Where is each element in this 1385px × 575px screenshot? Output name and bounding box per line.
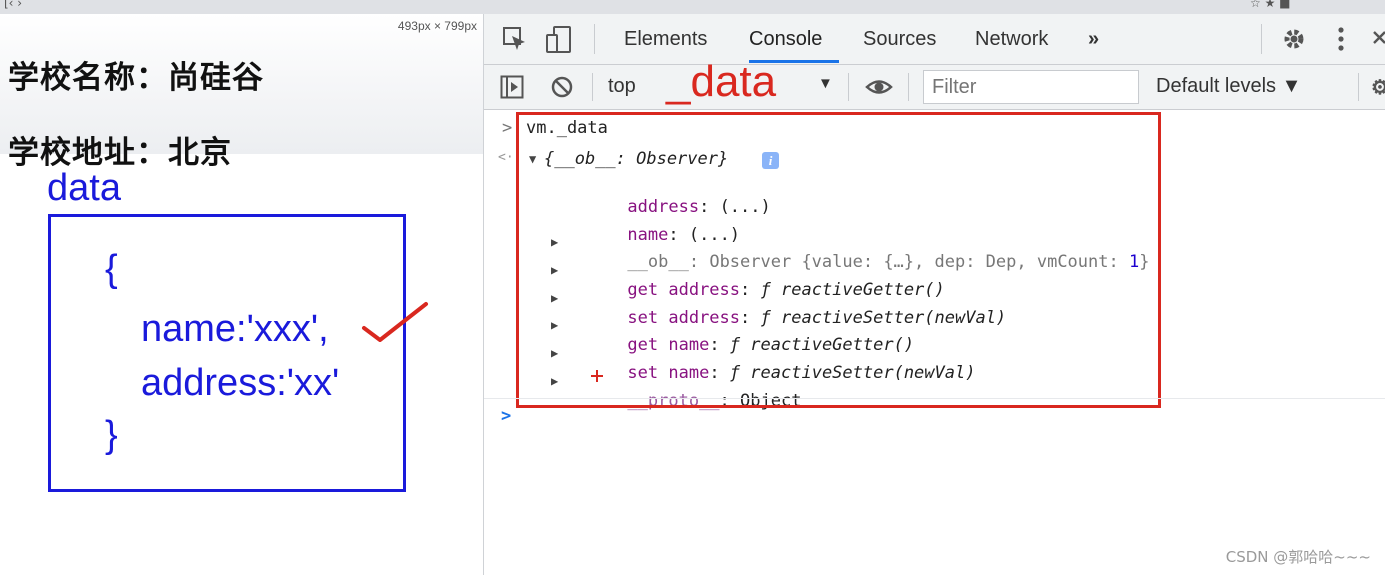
tab-sources[interactable]: Sources	[863, 28, 936, 51]
browser-chrome-strip: [‹ › ☆ ★ ■	[0, 0, 1385, 14]
viewport-size-indicator: 493px × 799px	[397, 19, 477, 33]
sidebar-toggle-icon[interactable]	[500, 75, 524, 99]
device-toggle-icon[interactable]	[546, 26, 572, 54]
check-mark-icon	[362, 302, 428, 342]
annotation-address-line: address:'xx'	[141, 362, 340, 404]
toolbar-separator	[908, 73, 909, 101]
kebab-menu-icon[interactable]	[1335, 26, 1347, 52]
toolbar-separator	[1358, 73, 1359, 101]
filter-input[interactable]	[930, 71, 1134, 103]
tab-separator	[594, 24, 595, 54]
toolbar-separator	[848, 73, 849, 101]
console-output: > vm._data <· ▼ {__ob__: Observer} i add…	[484, 110, 1385, 575]
annotation-open-brace: {	[105, 248, 118, 290]
context-selector[interactable]: top	[608, 75, 636, 98]
close-icon[interactable]	[1372, 26, 1385, 52]
tab-network[interactable]: Network	[975, 28, 1048, 51]
tab-separator	[1261, 24, 1262, 54]
log-levels-dropdown[interactable]: Default levels ▼	[1156, 75, 1301, 98]
console-divider	[484, 398, 1385, 399]
context-dropdown-arrow[interactable]: ▼	[818, 75, 833, 92]
inspect-icon[interactable]	[502, 26, 528, 52]
tab-console[interactable]: Console	[749, 28, 822, 51]
eye-icon[interactable]	[865, 76, 893, 98]
result-prefix: <·	[498, 150, 514, 165]
input-prompt: >	[502, 118, 513, 138]
devtools-panel: Elements Console Sources Network » top _…	[484, 14, 1385, 575]
annotation-data-label: data	[47, 167, 121, 209]
console-toolbar: top _data ▼ Default levels ▼ ⚙	[484, 57, 1385, 110]
school-address-heading: 学校地址：北京	[8, 135, 232, 171]
annotation-close-brace: }	[105, 414, 118, 456]
watermark: CSDN @郭哈哈~~~	[1225, 548, 1371, 566]
nav-arrows[interactable]: [‹ ›	[4, 0, 22, 10]
toolbar-separator	[592, 73, 593, 101]
tab-elements[interactable]: Elements	[624, 28, 707, 51]
settings-gear-cut-icon[interactable]: ⚙	[1371, 75, 1385, 100]
clear-console-icon[interactable]	[550, 75, 574, 99]
gear-icon[interactable]	[1281, 26, 1307, 52]
devtools-tabbar: Elements Console Sources Network »	[484, 14, 1385, 65]
overlay-data-annotation: _data	[666, 57, 777, 106]
annotation-data-box	[48, 214, 406, 492]
annotation-name-line: name:'xxx',	[141, 308, 329, 350]
console-prompt[interactable]: >	[501, 406, 511, 426]
filter-field[interactable]	[923, 70, 1139, 104]
school-name-heading: 学校名称：尚硅谷	[8, 60, 264, 96]
annotation-highlight-box	[516, 112, 1161, 408]
more-tabs-button[interactable]: »	[1088, 28, 1099, 51]
browser-action-icons[interactable]: ☆ ★ ■	[1250, 0, 1290, 10]
